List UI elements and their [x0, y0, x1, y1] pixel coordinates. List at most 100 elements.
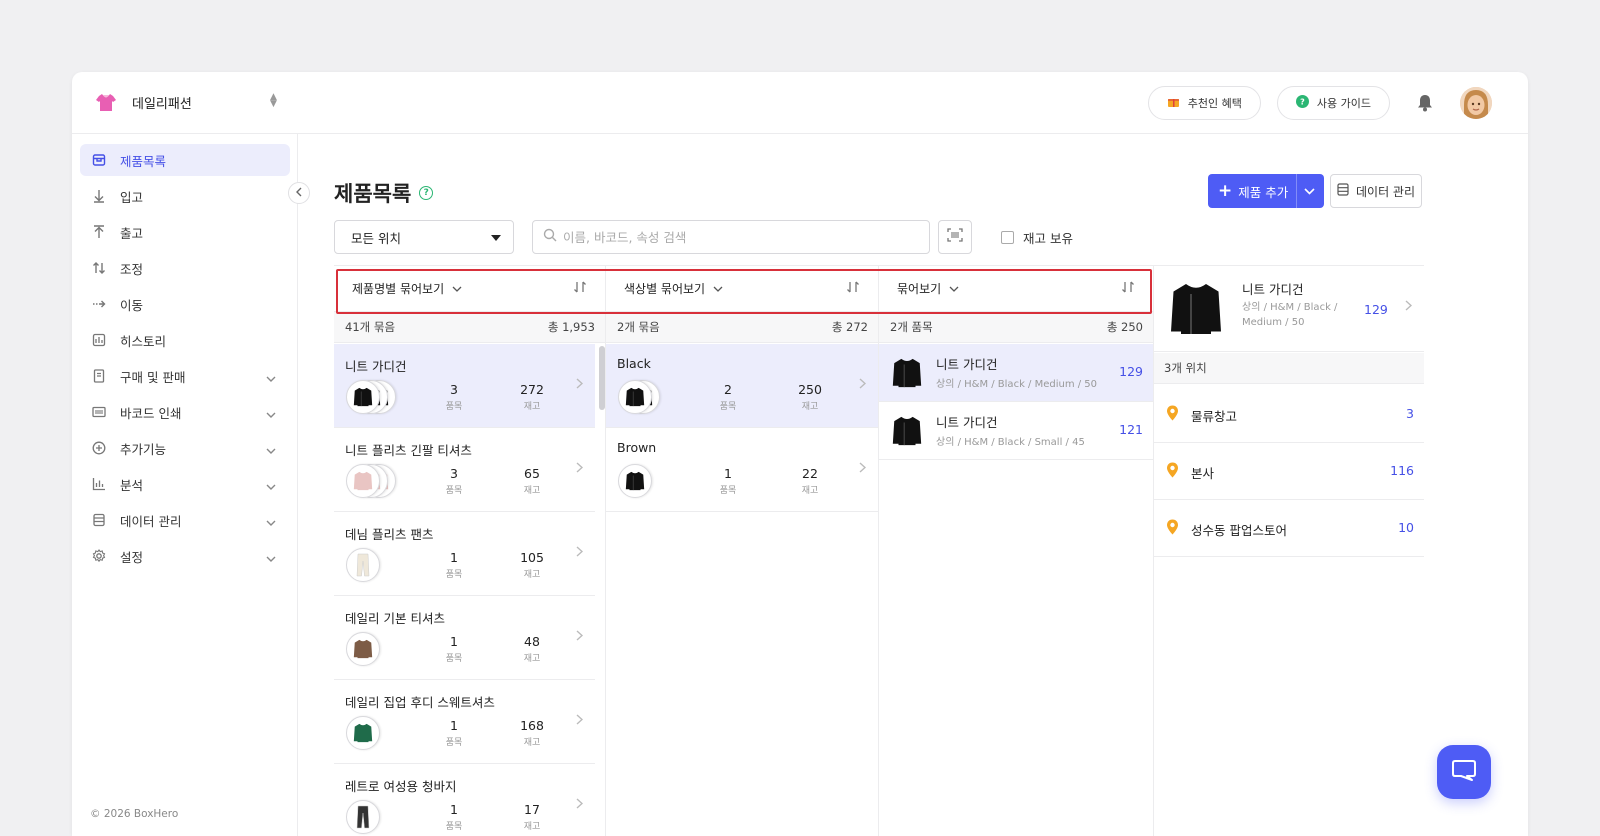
item-count-value: 1 [450, 550, 458, 565]
referral-button[interactable]: 추천인 혜택 [1147, 86, 1261, 120]
collapse-sidebar-button[interactable] [288, 182, 310, 204]
sidebar-item-move[interactable]: 이동 [80, 288, 290, 320]
item-attributes: 상의 / H&M / Black / Medium / 50 [936, 379, 1098, 390]
in-stock-checkbox[interactable]: 재고 보유 [1001, 228, 1073, 247]
stock-stat: 272 재고 [502, 382, 562, 412]
group-total: 총 1,953 [547, 320, 595, 334]
add-product-label: 제품 추가 [1238, 184, 1289, 200]
search-icon [543, 228, 557, 246]
guide-label: 사용 가이드 [1316, 97, 1371, 110]
item-count-value: 2 [724, 382, 732, 397]
sidebar-item-adjust[interactable]: 조정 [80, 252, 290, 284]
sidebar-item-history[interactable]: 히스토리 [80, 324, 290, 356]
item-count-value: 3 [450, 382, 458, 397]
sidebar-item-analytics[interactable]: 분석 [80, 468, 290, 500]
search-input[interactable] [563, 229, 903, 245]
product-thumbnails [346, 464, 406, 500]
sidebar-item-barcode[interactable]: 바코드 인쇄 [80, 396, 290, 428]
avatar[interactable] [1460, 87, 1492, 119]
item-detail-header[interactable]: 니트 가디건 상의 / H&M / Black / Medium / 50 12… [1154, 266, 1424, 352]
stock-label: 재고 [523, 570, 541, 580]
group-total: 총 272 [831, 320, 868, 334]
barcode-scan-button[interactable] [938, 220, 972, 254]
column-summary: 2개 품목 총 250 [879, 311, 1153, 343]
scrollbar[interactable] [599, 346, 605, 410]
sidebar-item-label: 조정 [120, 261, 144, 277]
product-group-card[interactable]: 레트로 여성용 청바지 1 품목 17 재고 [334, 764, 595, 836]
item-count-label: 품목 [719, 402, 737, 412]
data-management-button[interactable]: 데이터 관리 [1330, 174, 1422, 208]
chevron-right-icon [576, 546, 584, 561]
sidebar-item-purchase-sales[interactable]: 구매 및 판매 [80, 360, 290, 392]
page-title-text: 제품목록 [334, 182, 412, 206]
stock-label: 재고 [523, 486, 541, 496]
location-row[interactable]: 성수동 팝업스토어 10 [1154, 499, 1424, 557]
sidebar-item-inbound[interactable]: 입고 [80, 180, 290, 212]
product-group-name: 니트 플리츠 긴팔 티셔츠 [345, 443, 472, 458]
item-row[interactable]: 니트 가디건 상의 / H&M / Black / Small / 45 121 [879, 402, 1153, 460]
sidebar-item-addons[interactable]: 추가기능 [80, 432, 290, 464]
location-select-value: 모든 위치 [351, 230, 401, 246]
sidebar-item-settings[interactable]: 설정 [80, 540, 290, 572]
product-group-card[interactable]: 데일리 집업 후디 스웨트셔츠 1 품목 168 재고 [334, 680, 595, 764]
item-row[interactable]: 니트 가디건 상의 / H&M / Black / Medium / 50 12… [879, 344, 1153, 402]
workspace-switch-icon[interactable]: ▲ ▼ [270, 93, 277, 109]
search-box[interactable] [532, 220, 930, 254]
bell-icon[interactable] [1414, 92, 1436, 114]
add-product-button[interactable]: + 제품 추가 [1208, 174, 1324, 208]
chevron-down-icon[interactable] [1304, 183, 1315, 198]
plus-circle-icon [92, 441, 106, 455]
item-total: 총 250 [1106, 320, 1143, 334]
cardigan-image [889, 353, 925, 393]
location-quantity: 10 [1398, 520, 1414, 535]
color-group-column: 색상별 묶어보기 2개 묶음 총 272 Black 2 품목 250 재고 B… [606, 266, 879, 836]
stock-value: 65 [524, 466, 540, 481]
chevron-right-icon [1405, 300, 1413, 315]
help-icon[interactable]: ? [419, 186, 434, 200]
item-count-stat: 1 품목 [424, 634, 484, 664]
guide-button[interactable]: ? 사용 가이드 [1276, 86, 1390, 120]
move-icon [92, 297, 106, 311]
location-row[interactable]: 본사 116 [1154, 442, 1424, 500]
sidebar-item-data-management[interactable]: 데이터 관리 [80, 504, 290, 536]
item-count-label: 품목 [445, 486, 463, 496]
location-select[interactable]: 모든 위치 [334, 220, 514, 254]
product-thumbnails [618, 464, 678, 500]
stock-label: 재고 [523, 654, 541, 664]
product-thumbnail [618, 464, 652, 498]
product-group-card[interactable]: 데일리 기본 티셔츠 1 품목 48 재고 [334, 596, 595, 680]
page-title: 제품목록 ? [334, 178, 434, 208]
item-count-stat: 1 품목 [424, 550, 484, 580]
svg-text:?: ? [1300, 98, 1305, 107]
product-thumbnails [618, 380, 678, 416]
main-content: 제품목록 ? + 제품 추가 데이터 관리 모든 위치 재고 보유 [298, 134, 1528, 836]
product-group-name: 데일리 집업 후디 스웨트셔츠 [345, 695, 495, 710]
product-group-card[interactable]: 니트 플리츠 긴팔 티셔츠 3 품목 65 재고 [334, 428, 595, 512]
sidebar-item-label: 바코드 인쇄 [120, 405, 182, 421]
color-group-card[interactable]: Black 2 품목 250 재고 [606, 344, 878, 428]
stock-stat: 65 재고 [502, 466, 562, 496]
item-quantity: 129 [1119, 364, 1143, 379]
chat-button[interactable] [1437, 745, 1491, 799]
stock-label: 재고 [801, 402, 819, 412]
chevron-down-icon [266, 550, 276, 565]
item-count-value: 1 [724, 466, 732, 481]
divider [1296, 174, 1297, 208]
sidebar: 제품목록 입고 출고 조정 이동 히스토리 구매 및 판매 바코드 인쇄 추가기… [72, 134, 298, 836]
brand[interactable]: 데일리패션 [92, 88, 192, 116]
chevron-down-icon [266, 514, 276, 529]
sidebar-item-products[interactable]: 제품목록 [80, 144, 290, 176]
database-icon [92, 513, 106, 527]
sidebar-item-outbound[interactable]: 출고 [80, 216, 290, 248]
checkbox[interactable] [1001, 231, 1014, 244]
item-count-label: 품목 [445, 654, 463, 664]
product-group-card[interactable]: 데님 플리츠 팬츠 1 품목 105 재고 [334, 512, 595, 596]
stock-value: 48 [524, 634, 540, 649]
stock-stat: 22 재고 [780, 466, 840, 496]
help-circle-icon: ? [1295, 95, 1309, 111]
product-group-card[interactable]: 니트 가디건 3 품목 272 재고 [334, 344, 595, 428]
location-row[interactable]: 물류창고 3 [1154, 385, 1424, 443]
color-group-card[interactable]: Brown 1 품목 22 재고 [606, 428, 878, 512]
item-count-label: 품목 [445, 822, 463, 832]
location-quantity: 3 [1406, 406, 1414, 421]
